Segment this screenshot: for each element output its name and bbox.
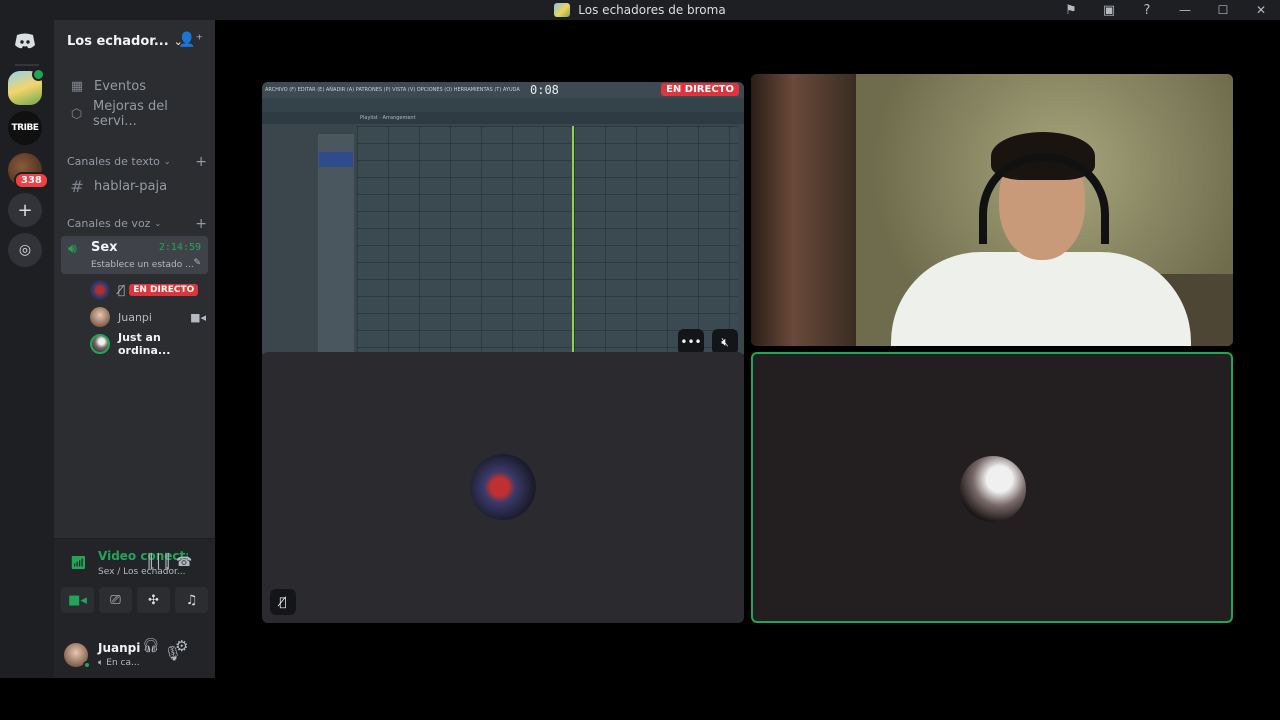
voice-connection-panel: 📶︎ Video conectado Sex / Los echador... … (54, 538, 215, 634)
voice-user-ordinary[interactable]: Just an ordina... (90, 331, 210, 357)
hash-icon: # (70, 176, 84, 196)
voice-channel-status[interactable]: Establece un estado ... (91, 260, 194, 270)
title-bar: Los echadores de broma ⚑ ▣ ? — ☐ ✕ (0, 0, 1280, 20)
voice-action-row: ■◂ ⎚ ✣ ♫ (61, 587, 208, 613)
server-header[interactable]: Los echador... ⌄ 👤⁺ (54, 20, 215, 62)
headphones-icon[interactable]: 🎧︎ (142, 638, 160, 654)
noise-suppression-icon[interactable]: ║│║ (146, 554, 171, 570)
voice-active-indicator (32, 68, 45, 81)
avatar (90, 280, 110, 300)
video-stage: ARCHIVO (F) EDITAR (E) AÑADIR (A) PATRON… (215, 20, 1280, 678)
fl-song-timer: 0:08 (530, 83, 559, 97)
speaker-icon: 🔊︎ (68, 241, 77, 257)
text-category-label: Canales de texto (67, 155, 160, 168)
voice-connected-subtitle[interactable]: Sex / Los echador... (98, 567, 185, 577)
mic-muted-icon: 🎙̸ (118, 283, 126, 297)
voice-user-name: Just an ordina... (118, 331, 171, 357)
discord-logo (15, 33, 35, 49)
fl-track-list (318, 134, 354, 359)
user-panel-name[interactable]: Juanpi (98, 641, 140, 655)
explore-icon[interactable]: ◎ (8, 233, 42, 267)
screen-share-button[interactable]: ⎚ (99, 587, 132, 613)
rail-divider (15, 64, 39, 66)
nav-boosts[interactable]: ⬡ Mejoras del servi... (62, 99, 209, 129)
edit-pencil-icon[interactable]: ✎ (193, 258, 201, 268)
nav-boosts-label: Mejoras del servi... (93, 99, 168, 129)
user-panel: Juanpi 🔈︎ En ca... 🎙︎ (54, 634, 215, 678)
fl-playlist-grid (357, 126, 738, 359)
voice-category[interactable]: Canales de voz ⌄ + (67, 216, 207, 232)
discord-icon[interactable] (8, 24, 42, 58)
avatar (960, 456, 1026, 522)
add-server-icon[interactable]: + (8, 193, 42, 227)
fl-playlist-bar: Playlist · Arrangement (262, 112, 744, 124)
participant-tile-speaking[interactable] (751, 352, 1233, 623)
inbox-icon[interactable]: ⚑ (1052, 0, 1090, 20)
avatar (470, 454, 536, 520)
add-voice-channel-icon[interactable]: + (195, 216, 207, 232)
disconnect-icon[interactable]: ☎ (176, 555, 192, 570)
camera-tile-juanpi[interactable] (751, 74, 1233, 346)
fl-playhead (572, 126, 574, 359)
voice-user-name: Juanpi (118, 310, 152, 324)
camera-icon: ■◂ (190, 310, 206, 324)
voice-category-label: Canales de voz (67, 217, 151, 230)
live-badge: EN DIRECTO (129, 284, 199, 296)
voice-user-juanpi[interactable]: Juanpi ■◂ (90, 306, 210, 328)
add-text-channel-icon[interactable]: + (195, 154, 207, 170)
activities-button[interactable]: ✣ (137, 587, 170, 613)
mention-badge: 338 (14, 172, 49, 189)
window-title-text: Los echadores de broma (578, 3, 726, 17)
voice-user-streamer[interactable]: 🎙̸ EN DIRECTO (90, 279, 210, 301)
channel-hablar-paja[interactable]: # hablar-paja (62, 173, 209, 199)
voice-channel-timer: 2:14:59 (158, 242, 201, 253)
channel-hablar-paja-label: hablar-paja (94, 178, 168, 194)
voice-connected-title: Video conectado (98, 549, 188, 563)
voice-channel-name: Sex (91, 240, 118, 255)
server-los-echadores[interactable] (8, 68, 45, 105)
avatar (90, 307, 110, 327)
server-tribe-label: TRIBE (11, 123, 39, 133)
chevron-down-icon: ⌄ (154, 219, 162, 228)
help-icon[interactable]: ? (1128, 0, 1166, 20)
mic-muted-icon: 🎙̸ (270, 589, 296, 615)
channel-sidebar: Los echador... ⌄ 👤⁺ ▦ Eventos ⬡ Mejoras … (54, 20, 215, 678)
fl-selected-track (319, 152, 353, 167)
minimize-button[interactable]: — (1166, 0, 1204, 20)
user-panel-status: 🔈︎ En ca... (98, 658, 140, 668)
boost-icon: ⬡ (70, 106, 83, 122)
server-name: Los echador... (67, 33, 169, 49)
online-status-dot (83, 661, 91, 669)
server-thumbnail (554, 3, 571, 17)
calendar-icon: ▦ (70, 78, 84, 94)
screen-capture-icon[interactable]: ▣ (1090, 0, 1128, 20)
nav-events-label: Eventos (94, 78, 146, 94)
camera-toggle-button[interactable]: ■◂ (61, 587, 94, 613)
gear-icon[interactable]: ⚙ (175, 637, 188, 655)
camera-curtain (751, 74, 856, 346)
screen-share-tile[interactable]: ARCHIVO (F) EDITAR (E) AÑADIR (A) PATRON… (262, 82, 744, 359)
text-category[interactable]: Canales de texto ⌄ + (67, 154, 207, 170)
camera-person-body (891, 252, 1191, 346)
avatar (90, 334, 110, 354)
window-controls: ⚑ ▣ ? — ☐ ✕ (1052, 0, 1280, 20)
signal-icon[interactable]: 📶︎ (70, 556, 87, 571)
voice-channel-sex[interactable]: 🔊︎ Sex 2:14:59 Establece un estado ... ✎ (61, 236, 208, 274)
fl-toolbar (262, 98, 744, 112)
maximize-button[interactable]: ☐ (1204, 0, 1242, 20)
chevron-down-icon: ⌄ (163, 157, 171, 166)
participant-tile-streamer[interactable]: 🎙̸ (262, 352, 744, 623)
nav-events[interactable]: ▦ Eventos (62, 73, 209, 99)
soundboard-button[interactable]: ♫ (175, 587, 208, 613)
server-tribe[interactable]: TRIBE (8, 111, 42, 145)
invite-icon[interactable]: 👤⁺ (178, 32, 203, 48)
user-panel-status-text: En ca... (106, 658, 140, 668)
window-title: Los echadores de broma (554, 3, 726, 17)
server-rail: TRIBE 338 + ◎ (0, 20, 54, 678)
live-badge: EN DIRECTO (661, 83, 739, 96)
close-button[interactable]: ✕ (1242, 0, 1280, 20)
